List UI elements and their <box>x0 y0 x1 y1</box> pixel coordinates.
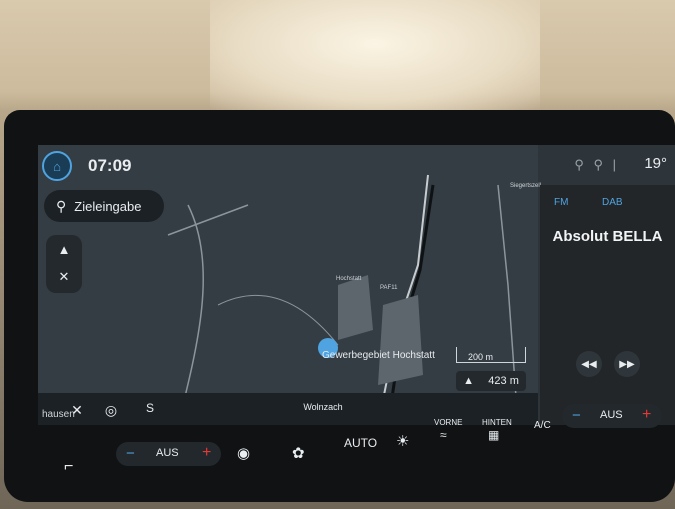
connectivity-icons: ⚲ ⚲ | <box>574 157 619 172</box>
background-wall <box>210 0 540 110</box>
steering-heat-icon[interactable]: ◉ <box>237 444 250 462</box>
radio-panel[interactable]: FM DAB Absolut BELLA ◀◀ ▶▶ <box>540 185 675 425</box>
zoom-fit-button[interactable]: ✕ <box>46 263 82 291</box>
skip-back-icon: ◀◀ <box>581 358 597 370</box>
rear-defrost-label[interactable]: HINTEN <box>482 418 512 427</box>
elevation-value: 423 m <box>488 375 519 387</box>
front-defrost-icon: ≈ <box>440 428 447 442</box>
ac-button[interactable]: A/C <box>534 420 551 431</box>
front-defrost-label[interactable]: VORNE <box>434 418 462 427</box>
left-fan-control[interactable]: − AUS + <box>116 442 221 466</box>
climate-control-bar: ⌐ − AUS + ◉ ✿ AUTO ☀ VORNE ≈ HINTEN ▦ A/… <box>4 404 675 502</box>
road-name-label: Wolnzach <box>303 402 343 412</box>
seat-heating-left-icon[interactable]: ⌐ <box>64 458 73 476</box>
infotainment-screen: Siegertszell Hochstatt PAF11 Gewerbegebi… <box>38 145 675 425</box>
left-fan-label: AUS <box>156 447 179 459</box>
left-plus-icon[interactable]: + <box>202 444 211 462</box>
right-fan-label: AUS <box>600 409 623 421</box>
place-hochstatt: Hochstatt <box>336 276 362 282</box>
destination-search-button[interactable]: ⚲ Zieleingabe <box>44 190 164 222</box>
right-fan-control[interactable]: − AUS + <box>562 404 662 428</box>
auto-button[interactable]: AUTO <box>344 436 377 450</box>
next-station-button[interactable]: ▶▶ <box>614 351 640 377</box>
mountain-icon: ▲ <box>463 375 475 387</box>
compass-heading: S <box>146 401 155 415</box>
skip-forward-icon: ▶▶ <box>619 358 635 370</box>
fan-icon[interactable]: ✿ <box>292 444 305 462</box>
north-up-button[interactable]: ▲ <box>46 235 82 263</box>
right-minus-icon[interactable]: − <box>572 407 581 424</box>
place-paf11: PAF11 <box>380 285 398 291</box>
source-fm[interactable]: FM <box>554 197 568 208</box>
current-location-name: Gewerbegebiet Hochstatt <box>322 350 435 361</box>
left-minus-icon[interactable]: − <box>126 445 135 462</box>
fit-icon: ✕ <box>58 269 70 284</box>
previous-station-button[interactable]: ◀◀ <box>576 351 602 377</box>
north-arrow-icon: ▲ <box>57 241 71 257</box>
source-dab[interactable]: DAB <box>602 197 623 208</box>
current-road-name: Wolnzach <box>188 393 458 421</box>
climate-icon[interactable]: ☀ <box>396 432 409 450</box>
elevation-badge: ▲ 423 m <box>456 371 526 391</box>
clock: 07:09 <box>88 156 132 175</box>
outside-temperature: 19° <box>644 155 667 172</box>
search-label: Zieleingabe <box>74 198 142 214</box>
station-name: Absolut BELLA <box>552 228 663 245</box>
status-bar: ⌂ 07:09 ⚲ ⚲ | 19° <box>38 145 675 185</box>
compass-icon: ◎ <box>104 401 118 418</box>
map-side-tools: ▲ ✕ <box>46 235 82 293</box>
navigation-map[interactable]: Siegertszell Hochstatt PAF11 Gewerbegebi… <box>38 145 541 425</box>
right-plus-icon[interactable]: + <box>642 406 651 424</box>
search-icon: ⚲ <box>56 197 67 214</box>
home-button[interactable]: ⌂ <box>42 151 72 181</box>
map-scale-label: 200 m <box>468 352 494 362</box>
home-icon: ⌂ <box>53 158 61 174</box>
rear-defrost-icon: ▦ <box>488 428 500 442</box>
